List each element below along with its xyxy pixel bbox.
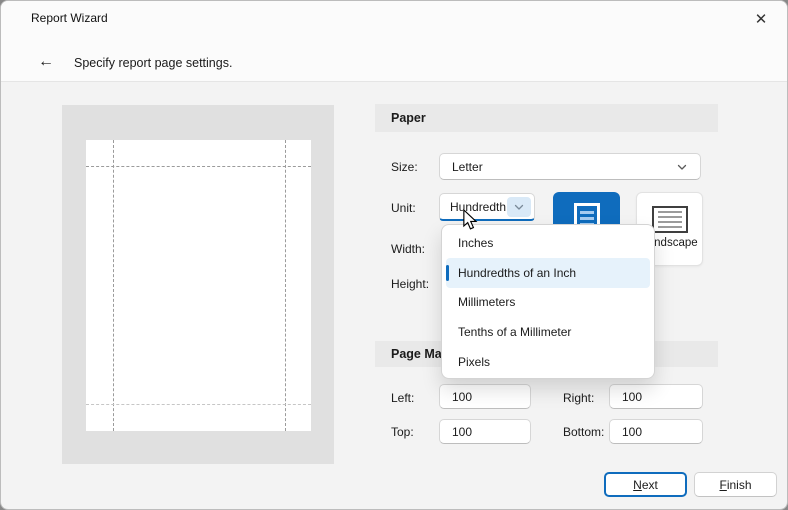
back-button[interactable]: ← <box>34 51 58 73</box>
close-icon: ✕ <box>755 10 768 28</box>
next-button-label: Next <box>633 478 658 492</box>
back-arrow-icon: ← <box>38 53 54 71</box>
unit-option-millimeters[interactable]: Millimeters <box>446 288 650 318</box>
margin-bottom-label: Bottom: <box>563 425 604 439</box>
unit-option-inches[interactable]: Inches <box>446 228 650 258</box>
mouse-cursor-icon <box>462 210 480 230</box>
margin-bottom-value: 100 <box>622 425 642 439</box>
window-title: Report Wizard <box>31 11 108 25</box>
unit-dropdown-popup: Inches Hundredths of an Inch Millimeters… <box>441 224 655 379</box>
margin-left-value: 100 <box>452 390 472 404</box>
unit-option-pixels[interactable]: Pixels <box>446 347 650 377</box>
size-combobox[interactable]: Letter <box>439 153 701 180</box>
margin-top-label: Top: <box>391 425 414 439</box>
left-margin-guide <box>113 140 114 431</box>
margin-left-label: Left: <box>391 391 414 405</box>
margin-right-value: 100 <box>622 390 642 404</box>
page-preview-sheet <box>86 140 311 431</box>
margin-left-input[interactable]: 100 <box>439 384 531 409</box>
finish-button[interactable]: Finish <box>694 472 777 497</box>
size-label: Size: <box>391 160 418 174</box>
chevron-down-icon <box>676 161 688 173</box>
height-label: Height: <box>391 277 429 291</box>
page-preview <box>62 105 334 464</box>
right-margin-guide <box>285 140 286 431</box>
unit-option-hundredths-of-an-inch[interactable]: Hundredths of an Inch <box>446 258 650 288</box>
width-label: Width: <box>391 242 425 256</box>
margin-top-value: 100 <box>452 425 472 439</box>
paper-section-title: Paper <box>391 111 426 125</box>
report-wizard-dialog: Report Wizard ✕ ← Specify report page se… <box>0 0 788 510</box>
top-margin-guide <box>86 166 311 167</box>
unit-dropdown-button[interactable] <box>507 197 531 217</box>
wizard-step-subtitle: Specify report page settings. <box>74 56 232 70</box>
margin-bottom-input[interactable]: 100 <box>609 419 703 444</box>
bottom-margin-guide <box>86 404 311 405</box>
close-button[interactable]: ✕ <box>749 7 773 31</box>
unit-label: Unit: <box>391 201 416 215</box>
next-button[interactable]: Next <box>604 472 687 497</box>
size-value: Letter <box>440 160 676 174</box>
margin-right-input[interactable]: 100 <box>609 384 703 409</box>
margin-top-input[interactable]: 100 <box>439 419 531 444</box>
landscape-page-icon <box>652 206 688 233</box>
finish-button-label: Finish <box>719 478 751 492</box>
unit-combobox[interactable]: Hundredth... <box>439 193 535 221</box>
margin-right-label: Right: <box>563 391 594 405</box>
chevron-down-icon <box>513 201 525 213</box>
paper-section-header: Paper <box>375 104 718 132</box>
unit-option-tenths-of-a-millimeter[interactable]: Tenths of a Millimeter <box>446 317 650 347</box>
